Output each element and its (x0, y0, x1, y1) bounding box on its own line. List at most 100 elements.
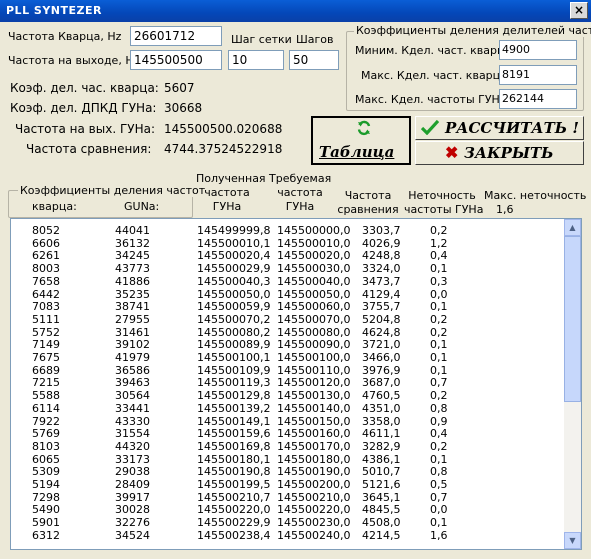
table-cell: 0,8 (430, 465, 448, 479)
table-cell: 145500020,4 (197, 249, 271, 263)
table-button[interactable]: Таблица (311, 116, 411, 165)
results-table[interactable]: 8052 44041 145499999,8 145500000,0 3303,7 0,2… (10, 218, 582, 550)
window-close-button[interactable]: × (570, 2, 588, 19)
table-cell: 0,2 (430, 312, 448, 326)
compare-label: Частота сравнения: (26, 142, 152, 156)
col-required-header: Требуемая частота ГУНа (269, 172, 331, 214)
table-cell: 8103 (32, 439, 60, 453)
window-title: PLL SYNTEZER (6, 4, 102, 17)
table-cell: 145500100,0 (277, 351, 351, 364)
table-cell: 145500190,0 (277, 465, 351, 479)
x-icon: ✖ (445, 143, 459, 162)
vertical-scrollbar[interactable]: ▲ ▼ (564, 219, 581, 549)
table-cell: 145500010,0 (277, 236, 351, 250)
table-cell: 0,5 (430, 478, 448, 491)
table-cell: 6689 (32, 363, 60, 377)
table-cell: 145500200,0 (277, 478, 351, 491)
table-cell: 145500070,2 (197, 312, 271, 326)
table-cell: 6065 (32, 452, 60, 466)
quartz-coef-label: Коэф. дел. час. кварца: (10, 81, 159, 95)
col-obtained-line3: ГУНа (212, 200, 242, 213)
table-cell: 0,1 (430, 351, 448, 364)
table-cell: 145500040,3 (197, 274, 271, 288)
table-cell: 145500139,2 (197, 401, 271, 415)
table-cell: 3473,7 (362, 274, 401, 288)
max-error-label: Макс. неточность : (484, 189, 591, 202)
table-cell: 0,7 (430, 490, 448, 504)
table-cell: 6606 (32, 236, 60, 250)
table-cell: 28409 (115, 478, 150, 491)
min-quartz-label: Миним. Кдел. част. кварца: (355, 44, 515, 57)
table-cell: 0,1 (430, 452, 448, 466)
quartz-freq-input[interactable]: 26601712 (130, 26, 222, 46)
table-cell: 4248,8 (362, 249, 401, 263)
table-cell: 145500109,9 (197, 363, 271, 377)
table-cell: 3324,0 (362, 262, 401, 276)
table-cell: 4508,0 (362, 516, 401, 530)
table-cell: 145500050,0 (197, 287, 271, 301)
table-cell: 145500240,0 (277, 528, 351, 542)
scroll-thumb[interactable] (564, 236, 581, 402)
col-compare-header: Частота сравнения (336, 189, 400, 217)
max-quartz-label: Макс. Кдел. част. кварца: (361, 69, 511, 82)
table-cell: 145500100,1 (197, 351, 271, 364)
title-bar: PLL SYNTEZER × (0, 0, 591, 22)
table-cell: 39463 (115, 376, 150, 390)
table-cell: 5111 (32, 312, 60, 326)
col-gun-header: GUNa: (124, 200, 160, 213)
out-gun-label: Частота на вых. ГУНа: (15, 122, 156, 136)
min-quartz-input[interactable]: 4900 (499, 40, 577, 60)
table-cell: 0,2 (430, 439, 448, 453)
table-cell: 36132 (115, 236, 150, 250)
col-quartz-header: кварца: (32, 200, 77, 213)
table-cell: 5901 (32, 516, 60, 530)
table-button-label: Таблица (319, 143, 395, 161)
table-cell: 145500149,1 (197, 414, 271, 428)
out-gun-value: 145500500.020688 (164, 122, 283, 136)
table-cell: 145500220,0 (197, 503, 271, 517)
table-cell: 4026,9 (362, 236, 401, 250)
table-cell: 0,8 (430, 401, 448, 415)
col-obtained-line2: частота (204, 186, 250, 199)
table-cell: 1,2 (430, 236, 448, 250)
table-cell: 30028 (115, 503, 150, 517)
table-cell: 8003 (32, 262, 60, 276)
table-cell: 145500029,9 (197, 262, 271, 276)
steps-label: Шагов (296, 33, 334, 46)
table-cell: 145500119,3 (197, 376, 271, 390)
table-cell: 38741 (115, 300, 150, 314)
table-cell: 34245 (115, 249, 150, 263)
grid-step-input[interactable]: 10 (228, 50, 284, 70)
scroll-up-icon[interactable]: ▲ (564, 219, 581, 236)
table-cell: 145500090,0 (277, 338, 351, 352)
table-cell: 5204,8 (362, 312, 401, 326)
close-button[interactable]: ✖ ЗАКРЫТЬ (415, 141, 584, 165)
calculate-button[interactable]: РАССЧИТАТЬ ! (415, 116, 584, 140)
table-cell: 145500050,0 (277, 287, 351, 301)
divider-group-title: Коэффициенты деления делителей частот (354, 24, 591, 37)
table-cell: 39917 (115, 490, 150, 504)
table-cell: 3358,0 (362, 414, 401, 428)
steps-input[interactable]: 50 (289, 50, 339, 70)
table-cell: 145500160,0 (277, 427, 351, 441)
table-cell: 3755,7 (362, 300, 401, 314)
table-cell: 145500070,0 (277, 312, 351, 326)
out-freq-input[interactable]: 145500500 (130, 50, 222, 70)
table-cell: 44320 (115, 439, 150, 453)
table-cell: 145500159,6 (197, 427, 271, 441)
dpkd-label: Коэф. дел. ДПКД ГУНа: (10, 101, 157, 115)
table-cell: 145500089,9 (197, 338, 271, 352)
refresh-icon (356, 120, 372, 140)
col-required-line2: частота (277, 186, 323, 199)
table-cell: 0,0 (430, 287, 448, 301)
table-cell: 145499999,8 (197, 224, 271, 237)
table-cell: 7922 (32, 414, 60, 428)
max-gun-input[interactable]: 262144 (499, 89, 577, 109)
table-cell: 3282,9 (362, 439, 401, 453)
col-compare-line2: сравнения (337, 203, 399, 216)
table-cell: 5490 (32, 503, 60, 517)
table-cell: 29038 (115, 465, 150, 479)
max-quartz-input[interactable]: 8191 (499, 65, 577, 85)
table-cell: 36586 (115, 363, 150, 377)
scroll-down-icon[interactable]: ▼ (564, 532, 581, 549)
